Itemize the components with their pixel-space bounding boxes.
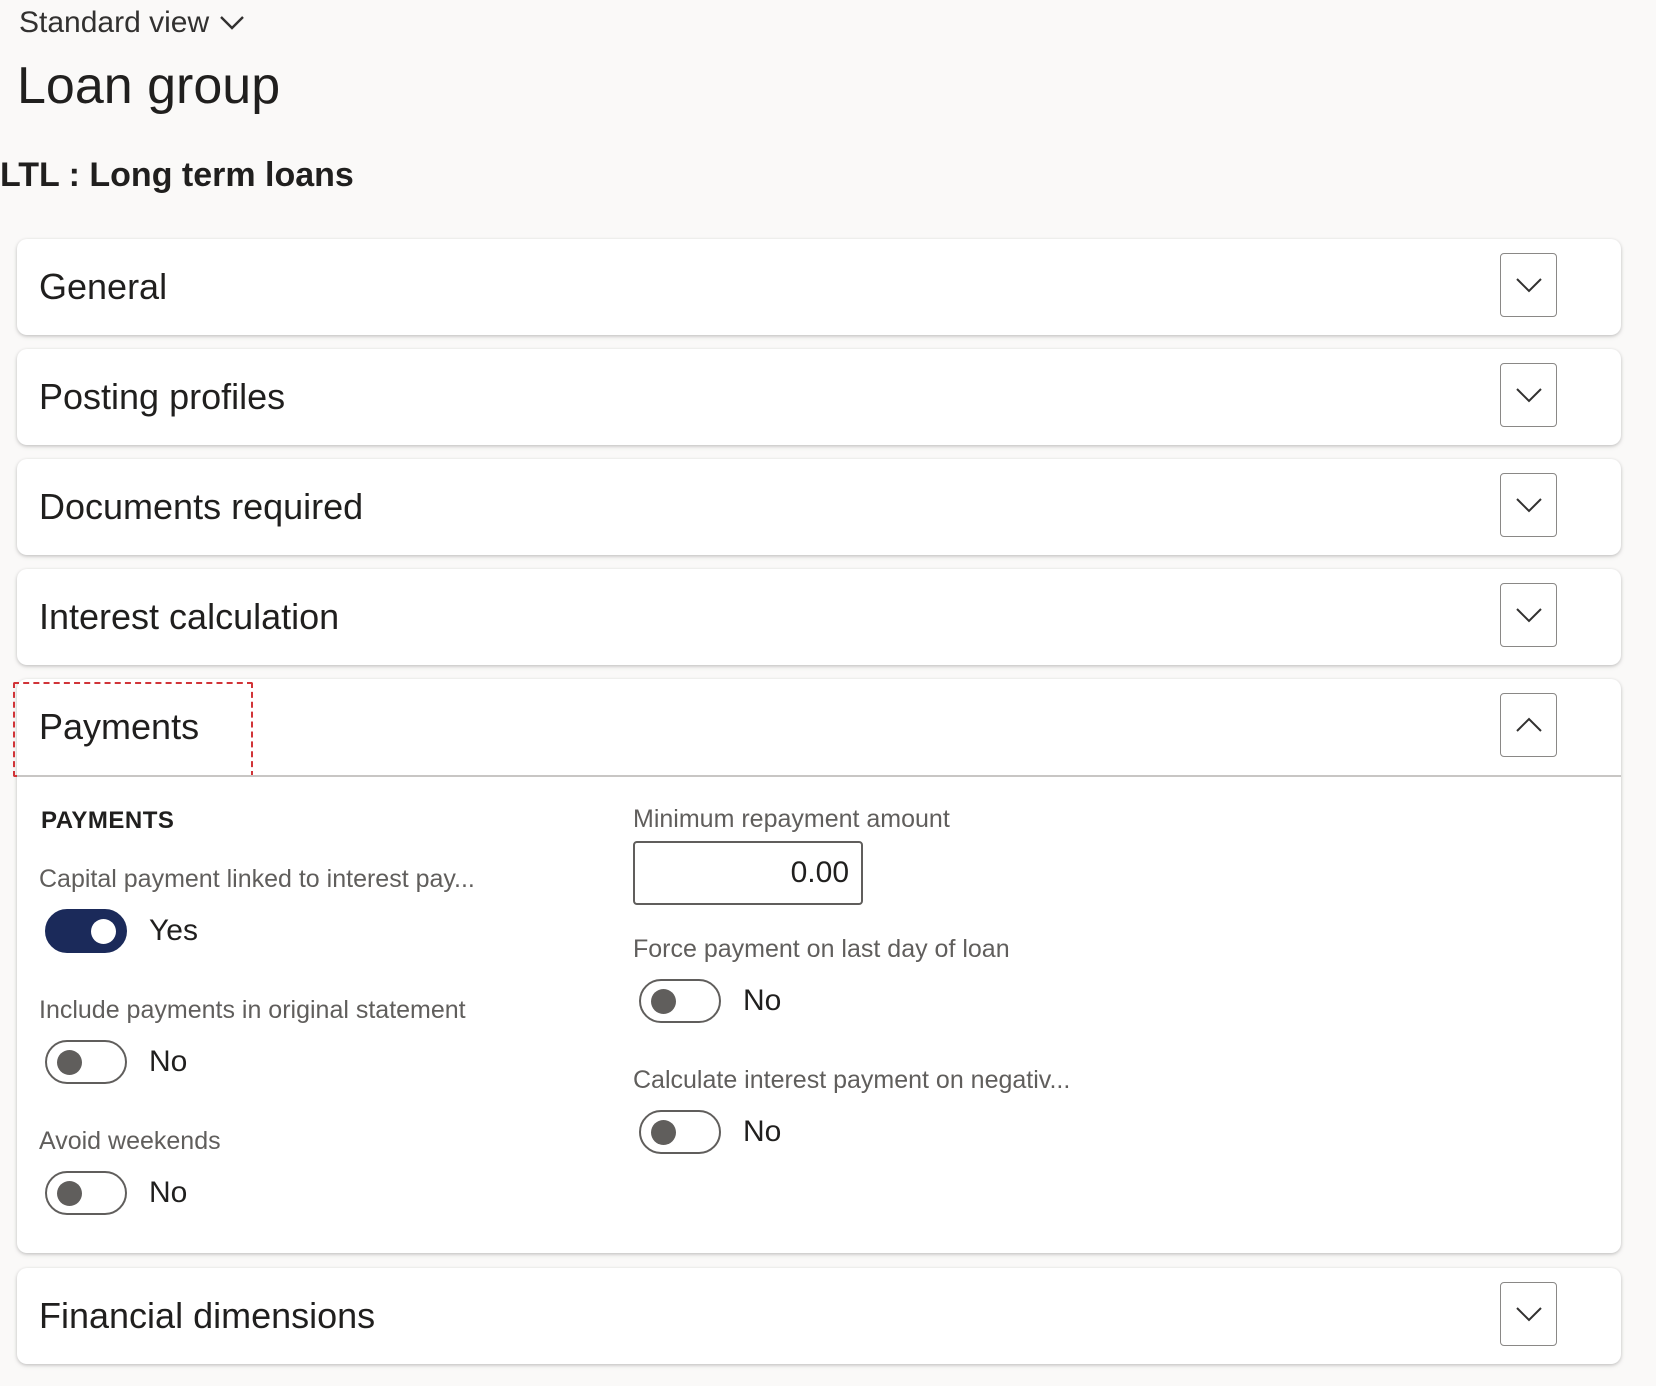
include-payments-label: Include payments in original statement	[39, 996, 466, 1024]
capital-payment-label: Capital payment linked to interest pay..…	[39, 865, 475, 893]
toggle-value: No	[743, 984, 782, 1017]
avoid-weekends-field: No	[45, 1171, 187, 1215]
chevron-up-icon	[1515, 717, 1542, 732]
toggle-value: No	[149, 1045, 188, 1078]
fasttab-header[interactable]: Payments	[13, 679, 1621, 777]
chevron-down-icon	[220, 16, 244, 30]
chevron-down-icon	[1515, 388, 1542, 403]
calc-interest-field: No	[639, 1110, 781, 1154]
capital-payment-field: Yes	[45, 909, 198, 953]
loan-group-page: Standard view Loan group LTL : Long term…	[0, 0, 1656, 1386]
calc-interest-toggle[interactable]	[639, 1110, 721, 1154]
fasttab-title: Interest calculation	[39, 596, 340, 637]
avoid-weekends-toggle[interactable]	[45, 1171, 127, 1215]
toggle-value: No	[149, 1176, 188, 1209]
chevron-down-icon	[1515, 1307, 1542, 1322]
fasttab-payments: Payments PAYMENTS Capital payment linked…	[13, 679, 1621, 1253]
page-title: Loan group	[17, 57, 281, 115]
expand-button[interactable]	[1500, 253, 1557, 317]
min-repayment-input[interactable]	[633, 841, 863, 905]
record-title: LTL : Long term loans	[0, 156, 354, 194]
calc-interest-label: Calculate interest payment on negativ...	[633, 1066, 1071, 1094]
force-payment-field: No	[639, 979, 781, 1023]
payments-body: PAYMENTS Capital payment linked to inter…	[17, 775, 1621, 1253]
force-payment-toggle[interactable]	[639, 979, 721, 1023]
fasttab-posting-profiles: Posting profiles	[17, 349, 1621, 445]
fasttab-header[interactable]: Documents required	[17, 459, 1621, 555]
fasttab-title: Payments	[39, 706, 200, 747]
chevron-down-icon	[1515, 498, 1542, 513]
fasttab-interest-calculation: Interest calculation	[17, 569, 1621, 665]
fasttab-header[interactable]: Interest calculation	[17, 569, 1621, 665]
toggle-value: Yes	[149, 914, 198, 947]
fasttab-header[interactable]: Posting profiles	[17, 349, 1621, 445]
toggle-knob	[57, 1050, 82, 1075]
fasttab-title: General	[39, 266, 168, 307]
collapse-button[interactable]	[1500, 693, 1557, 757]
fasttab-header[interactable]: Financial dimensions	[17, 1268, 1621, 1364]
chevron-down-icon	[1515, 278, 1542, 293]
min-repayment-label: Minimum repayment amount	[633, 805, 950, 833]
view-selector-label: Standard view	[19, 6, 210, 39]
capital-payment-toggle[interactable]	[45, 909, 127, 953]
expand-button[interactable]	[1500, 1282, 1557, 1346]
chevron-down-icon	[1515, 608, 1542, 623]
toggle-knob	[651, 1120, 676, 1145]
fasttab-general: General	[17, 239, 1621, 335]
view-selector[interactable]: Standard view	[19, 6, 245, 40]
fasttab-title: Posting profiles	[39, 376, 286, 417]
include-payments-field: No	[45, 1040, 187, 1084]
toggle-knob	[91, 919, 116, 944]
include-payments-toggle[interactable]	[45, 1040, 127, 1084]
fasttab-title: Financial dimensions	[39, 1295, 376, 1336]
expand-button[interactable]	[1500, 473, 1557, 537]
fasttab-header[interactable]: General	[17, 239, 1621, 335]
fasttab-financial-dimensions: Financial dimensions	[17, 1268, 1621, 1364]
toggle-knob	[57, 1181, 82, 1206]
group-label: PAYMENTS	[41, 807, 175, 834]
fasttab-title: Documents required	[39, 486, 364, 527]
avoid-weekends-label: Avoid weekends	[39, 1127, 221, 1155]
toggle-knob	[651, 989, 676, 1014]
force-payment-label: Force payment on last day of loan	[633, 935, 1010, 963]
expand-button[interactable]	[1500, 583, 1557, 647]
expand-button[interactable]	[1500, 363, 1557, 427]
fasttab-documents-required: Documents required	[17, 459, 1621, 555]
toggle-value: No	[743, 1115, 782, 1148]
